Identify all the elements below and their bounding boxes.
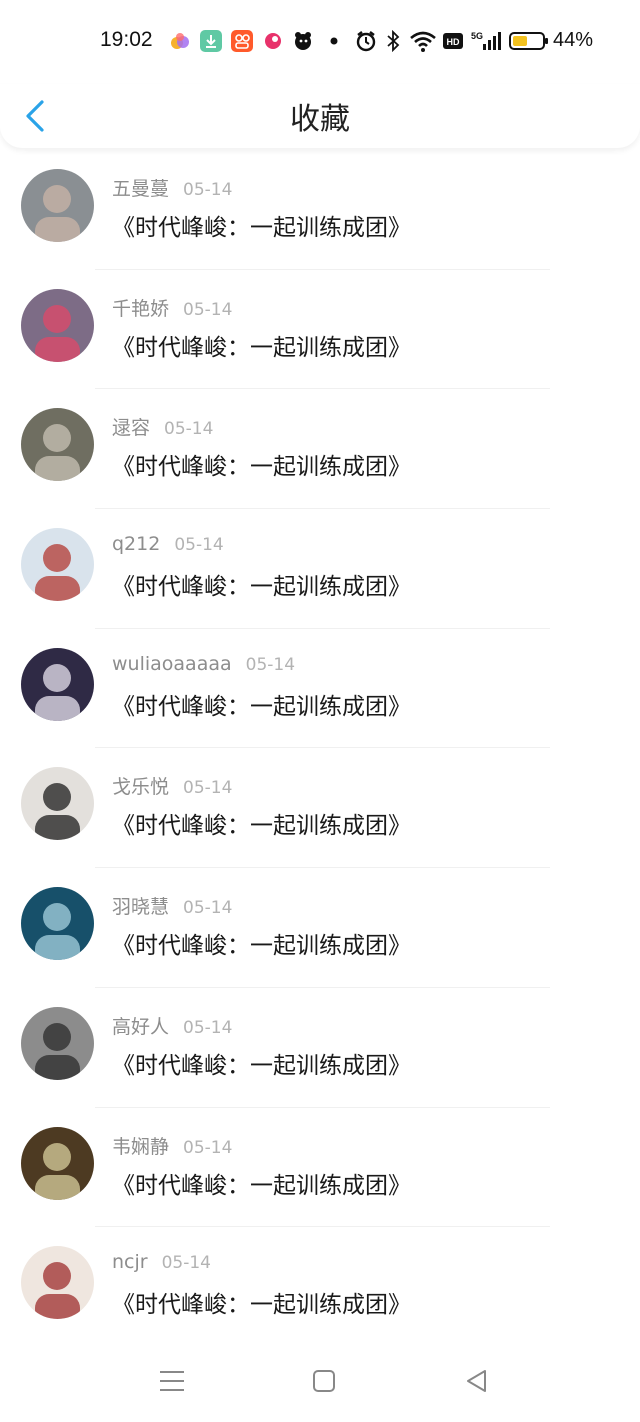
date: 05-14 <box>164 419 214 440</box>
dot-icon <box>330 37 338 45</box>
app-icon-dog <box>295 32 311 50</box>
battery-icon <box>509 32 548 50</box>
item-title[interactable]: 《时代峰峻：一起训练成团》 <box>112 328 411 362</box>
date: 05-14 <box>183 778 233 799</box>
avatar[interactable] <box>21 169 94 242</box>
download-app-icon <box>200 30 222 52</box>
battery-percentage: 44% <box>553 29 594 51</box>
user-name[interactable]: q212 <box>112 533 160 555</box>
avatar[interactable] <box>21 887 94 961</box>
app-icon-colorful <box>171 33 189 49</box>
app-icon-orange <box>231 30 253 52</box>
item-title[interactable]: 《时代峰峻：一起训练成团》 <box>112 567 411 601</box>
avatar[interactable] <box>21 408 94 482</box>
avatar[interactable] <box>21 1006 94 1080</box>
list-item[interactable]: 韦娴静 05-14 《时代峰峻：一起训练成团》 <box>0 1108 640 1228</box>
list-item[interactable]: q212 05-14 《时代峰峻：一起训练成团》 <box>0 509 640 629</box>
alarm-icon <box>356 31 376 52</box>
avatar[interactable] <box>21 767 94 841</box>
favorites-list: 五曼蔓 05-14 《时代峰峻：一起训练成团》 千艳娇 05-14 《时代峰峻：一起… <box>0 150 640 1347</box>
wifi-icon <box>410 31 436 52</box>
list-item[interactable]: 五曼蔓 05-14 《时代峰峻：一起训练成团》 <box>0 150 640 270</box>
user-name[interactable]: ncjr <box>112 1251 148 1273</box>
date: 05-14 <box>183 898 233 919</box>
user-name[interactable]: 羽晓慧 <box>112 896 169 918</box>
date: 05-14 <box>183 180 233 200</box>
list-item[interactable]: 羽晓慧 05-14 《时代峰峻：一起训练成团》 <box>0 868 640 988</box>
user-name[interactable]: 戈乐悦 <box>112 776 169 798</box>
back-icon[interactable] <box>462 1366 492 1396</box>
avatar[interactable] <box>21 647 94 721</box>
svg-text:HD: HD <box>447 37 460 47</box>
avatar[interactable] <box>21 288 94 362</box>
date: 05-14 <box>183 1137 233 1158</box>
item-title[interactable]: 《时代峰峻：一起训练成团》 <box>112 806 411 840</box>
avatar[interactable] <box>21 1246 94 1320</box>
user-name[interactable]: 韦娴静 <box>112 1136 169 1158</box>
date: 05-14 <box>161 1253 211 1274</box>
user-name[interactable]: wuliaoaaaaa <box>112 653 232 675</box>
header: 收藏 <box>0 84 640 148</box>
user-name[interactable]: 高好人 <box>112 1016 169 1038</box>
list-item[interactable]: 千艳娇 05-14 《时代峰峻：一起训练成团》 <box>0 270 640 390</box>
list-item[interactable]: ncjr 05-14 《时代峰峻：一起训练成团》 <box>0 1227 640 1347</box>
svg-text:5G: 5G <box>471 31 483 41</box>
avatar[interactable] <box>21 528 94 602</box>
item-title[interactable]: 《时代峰峻：一起训练成团》 <box>112 1166 411 1200</box>
app-icon-pink <box>265 33 281 49</box>
item-title[interactable]: 《时代峰峻：一起训练成团》 <box>112 926 411 960</box>
avatar[interactable] <box>21 1126 94 1200</box>
hd-icon: HD <box>443 33 463 49</box>
user-name[interactable]: 五曼蔓 <box>112 178 169 200</box>
item-title[interactable]: 《时代峰峻：一起训练成团》 <box>112 208 411 242</box>
list-item[interactable]: 高好人 05-14 《时代峰峻：一起训练成团》 <box>0 988 640 1108</box>
item-title[interactable]: 《时代峰峻：一起训练成团》 <box>112 687 411 721</box>
date: 05-14 <box>183 299 233 320</box>
5g-signal-icon: 5G <box>471 31 501 50</box>
system-nav-bar <box>0 1350 640 1422</box>
home-icon[interactable] <box>309 1366 339 1396</box>
bluetooth-icon <box>387 30 400 52</box>
user-name[interactable]: 逯容 <box>112 417 150 439</box>
date: 05-14 <box>174 535 224 556</box>
list-item[interactable]: wuliaoaaaaa 05-14 《时代峰峻：一起训练成团》 <box>0 629 640 749</box>
item-title[interactable]: 《时代峰峻：一起训练成团》 <box>112 1285 411 1319</box>
page-title: 收藏 <box>290 102 350 137</box>
date: 05-14 <box>245 654 296 675</box>
user-name[interactable]: 千艳娇 <box>112 298 169 320</box>
date: 05-14 <box>183 1017 233 1038</box>
status-bar: 19:02 HD 5G 44% <box>0 0 640 84</box>
list-item[interactable]: 逯容 05-14 《时代峰峻：一起训练成团》 <box>0 389 640 510</box>
menu-icon[interactable] <box>157 1366 187 1396</box>
status-time: 19:02 <box>100 28 153 51</box>
list-item[interactable]: 戈乐悦 05-14 《时代峰峻：一起训练成团》 <box>0 748 640 869</box>
item-title[interactable]: 《时代峰峻：一起训练成团》 <box>112 1046 411 1080</box>
item-title[interactable]: 《时代峰峻：一起训练成团》 <box>112 447 411 481</box>
